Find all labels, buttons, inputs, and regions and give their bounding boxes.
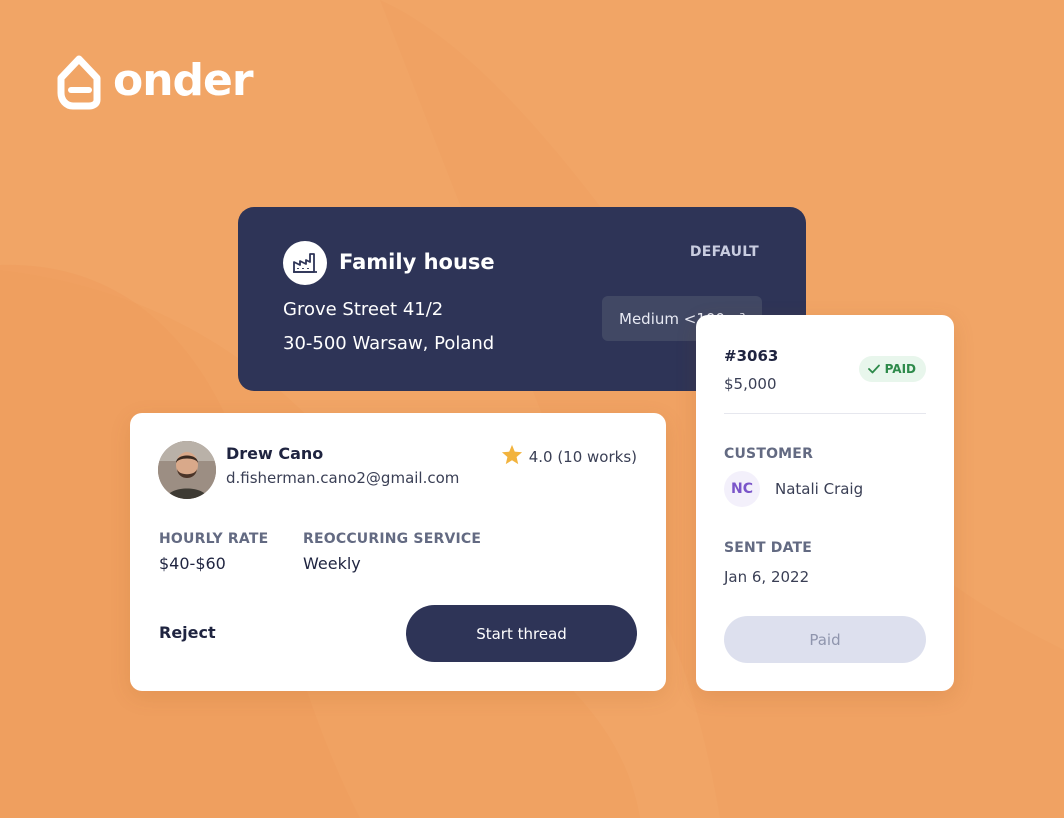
service-label: REOCCURING SERVICE bbox=[303, 531, 482, 547]
sent-date-label: SENT DATE bbox=[724, 540, 813, 556]
invoice-amount: $5,000 bbox=[724, 375, 777, 393]
divider bbox=[724, 413, 926, 414]
hourly-rate-value: $40-$60 bbox=[159, 554, 226, 573]
rating: 4.0 (10 works) bbox=[501, 444, 637, 469]
paid-button[interactable]: Paid bbox=[724, 616, 926, 663]
rating-text: 4.0 (10 works) bbox=[528, 447, 637, 466]
contractor-card: Drew Cano d.fisherman.cano2@gmail.com 4.… bbox=[130, 413, 666, 691]
factory-icon bbox=[283, 241, 327, 285]
sent-date: Jan 6, 2022 bbox=[724, 568, 810, 586]
address-line-2: 30-500 Warsaw, Poland bbox=[283, 333, 495, 354]
brand-name: onder bbox=[113, 55, 254, 106]
property-title: Family house bbox=[339, 250, 495, 274]
star-icon bbox=[501, 444, 523, 469]
contractor-name: Drew Cano bbox=[226, 444, 324, 463]
address-line-1: Grove Street 41/2 bbox=[283, 299, 444, 320]
customer-name: Natali Craig bbox=[775, 480, 864, 498]
customer-label: CUSTOMER bbox=[724, 446, 814, 462]
hourly-rate: HOURLY RATE $40-$60 bbox=[159, 531, 268, 573]
start-thread-button[interactable]: Start thread bbox=[406, 605, 637, 662]
reoccuring-service: REOCCURING SERVICE Weekly bbox=[303, 531, 481, 573]
service-value: Weekly bbox=[303, 554, 361, 573]
reject-button[interactable]: Reject bbox=[159, 623, 216, 642]
customer-avatar: NC bbox=[724, 471, 760, 507]
avatar bbox=[158, 441, 216, 499]
invoice-number: #3063 bbox=[724, 347, 779, 365]
check-icon bbox=[867, 364, 880, 374]
status-badge: PAID bbox=[858, 356, 926, 382]
contractor-email: d.fisherman.cano2@gmail.com bbox=[226, 469, 460, 487]
default-tag: DEFAULT bbox=[689, 244, 759, 260]
hourly-rate-label: HOURLY RATE bbox=[159, 531, 269, 547]
brand-logo[interactable]: onder bbox=[55, 52, 254, 110]
invoice-card: #3063 $5,000 PAID CUSTOMER NC Natali Cra… bbox=[696, 315, 954, 691]
house-e-icon bbox=[55, 52, 103, 110]
status-text: PAID bbox=[884, 362, 916, 376]
